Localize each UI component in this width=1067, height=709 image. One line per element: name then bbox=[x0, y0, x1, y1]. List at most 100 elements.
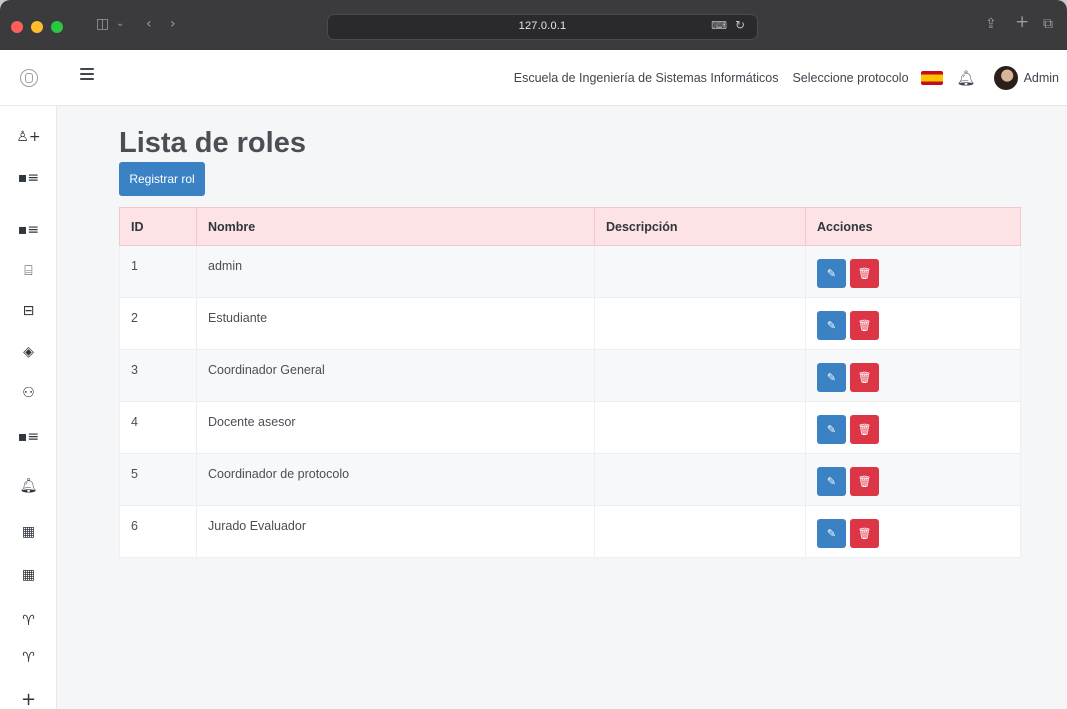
cell-name: Jurado Evaluador bbox=[196, 505, 595, 558]
user-name[interactable]: Admin bbox=[1024, 71, 1059, 85]
column-header-actions: Acciones bbox=[805, 207, 1021, 246]
tabs-icon[interactable]: ⧉ bbox=[1043, 14, 1053, 34]
cell-name: Coordinador General bbox=[196, 349, 595, 402]
cell-id: 4 bbox=[119, 401, 197, 454]
cell-id: 5 bbox=[119, 453, 197, 506]
menu-toggle-icon[interactable] bbox=[80, 68, 94, 80]
cell-description bbox=[594, 401, 806, 454]
cell-actions: ✎ 🗑︎ bbox=[805, 297, 1021, 350]
main-content: Lista de roles Registrar rol ID Nombre D… bbox=[57, 106, 1067, 709]
browser-window: ◫ ⌄ ‹ › 127.0.0.1 ⌨ ↻ ⇪ + ⧉ Escuela de I… bbox=[0, 0, 1067, 709]
delete-button[interactable]: 🗑︎ bbox=[850, 415, 879, 444]
cell-name: Coordinador de protocolo bbox=[196, 453, 595, 506]
delete-button[interactable]: 🗑︎ bbox=[850, 259, 879, 288]
column-header-description: Descripción bbox=[594, 207, 806, 246]
table-row: 6 Jurado Evaluador ✎ 🗑︎ bbox=[119, 505, 1021, 558]
cell-actions: ✎ 🗑︎ bbox=[805, 349, 1021, 402]
pencil-icon: ✎ bbox=[826, 527, 837, 540]
translate-icon[interactable]: ⌨ bbox=[711, 19, 727, 32]
trash-icon: 🗑︎ bbox=[857, 423, 872, 436]
edit-button[interactable]: ✎ bbox=[817, 259, 846, 288]
close-window-button[interactable] bbox=[11, 21, 23, 33]
edit-button[interactable]: ✎ bbox=[817, 415, 846, 444]
pencil-icon: ✎ bbox=[826, 267, 837, 280]
cell-name: admin bbox=[196, 245, 595, 298]
cell-description bbox=[594, 505, 806, 558]
reload-icon[interactable]: ↻ bbox=[735, 18, 745, 32]
plus-icon[interactable]: + bbox=[0, 684, 57, 709]
pencil-icon: ✎ bbox=[826, 423, 837, 436]
document-icon[interactable]: ⌸ bbox=[0, 256, 57, 286]
dislike-icon[interactable]: ♈ bbox=[0, 606, 57, 636]
edit-button[interactable]: ✎ bbox=[817, 467, 846, 496]
delete-button[interactable]: 🗑︎ bbox=[850, 519, 879, 548]
browser-toolbar: ◫ ⌄ ‹ › 127.0.0.1 ⌨ ↻ ⇪ + ⧉ bbox=[0, 0, 1067, 50]
table-header-row: ID Nombre Descripción Acciones bbox=[119, 207, 1021, 246]
cell-name: Docente asesor bbox=[196, 401, 595, 454]
back-icon[interactable]: ‹ bbox=[146, 14, 152, 34]
column-header-name: Nombre bbox=[196, 207, 595, 246]
roles-table: ID Nombre Descripción Acciones 1 admin ✎… bbox=[119, 207, 1021, 558]
edit-button[interactable]: ✎ bbox=[817, 519, 846, 548]
cell-description bbox=[594, 349, 806, 402]
maximize-window-button[interactable] bbox=[51, 21, 63, 33]
cell-id: 2 bbox=[119, 297, 197, 350]
sidebar: ♙+ ▪≡ ▪≡ ⌸ ⊟ ◈ ⚇ ▪≡ 🔔︎ ▦ ▦ ♈ ♈ + bbox=[0, 106, 57, 709]
table-row: 1 admin ✎ 🗑︎ bbox=[119, 245, 1021, 298]
calendar-icon[interactable]: ▦ bbox=[0, 560, 57, 590]
avatar[interactable] bbox=[993, 66, 1018, 90]
share-icon[interactable]: ⇪ bbox=[985, 14, 997, 34]
cell-id: 6 bbox=[119, 505, 197, 558]
cell-description bbox=[594, 245, 806, 298]
delete-button[interactable]: 🗑︎ bbox=[850, 311, 879, 340]
cell-actions: ✎ 🗑︎ bbox=[805, 505, 1021, 558]
address-bar[interactable]: 127.0.0.1 ⌨ ↻ bbox=[327, 14, 758, 40]
logo-icon bbox=[19, 69, 38, 87]
chevron-down-icon[interactable]: ⌄ bbox=[116, 14, 124, 34]
page-title: Lista de roles bbox=[119, 127, 306, 159]
user-add-icon[interactable]: ♙+ bbox=[0, 122, 57, 152]
user-list-icon[interactable]: ▪≡ bbox=[0, 163, 57, 193]
cell-actions: ✎ 🗑︎ bbox=[805, 453, 1021, 506]
trash-icon: 🗑︎ bbox=[857, 371, 872, 384]
pencil-icon: ✎ bbox=[826, 319, 837, 332]
pencil-icon: ✎ bbox=[826, 371, 837, 384]
header-actions: Escuela de Ingeniería de Sistemas Inform… bbox=[514, 50, 1059, 106]
trash-icon: 🗑︎ bbox=[857, 475, 872, 488]
protocol-selector[interactable]: Seleccione protocolo bbox=[792, 71, 908, 85]
bell-icon[interactable]: 🔔︎ bbox=[0, 471, 57, 501]
minimize-window-button[interactable] bbox=[31, 21, 43, 33]
spain-flag-icon[interactable] bbox=[920, 71, 943, 85]
forward-icon[interactable]: › bbox=[170, 14, 176, 34]
edit-button[interactable]: ✎ bbox=[817, 363, 846, 392]
cell-actions: ✎ 🗑︎ bbox=[805, 401, 1021, 454]
trash-icon: 🗑︎ bbox=[857, 319, 872, 332]
delete-button[interactable]: 🗑︎ bbox=[850, 467, 879, 496]
users-icon[interactable]: ⚇ bbox=[0, 378, 57, 408]
sidebar-icon[interactable]: ◫ bbox=[96, 14, 109, 34]
trash-icon: 🗑︎ bbox=[857, 267, 872, 280]
table-row: 2 Estudiante ✎ 🗑︎ bbox=[119, 297, 1021, 350]
app-header: Escuela de Ingeniería de Sistemas Inform… bbox=[0, 50, 1067, 106]
user-list-icon[interactable]: ▪≡ bbox=[0, 215, 57, 245]
table-row: 4 Docente asesor ✎ 🗑︎ bbox=[119, 401, 1021, 454]
table-row: 5 Coordinador de protocolo ✎ 🗑︎ bbox=[119, 453, 1021, 506]
calendar-icon[interactable]: ▦ bbox=[0, 517, 57, 547]
delete-button[interactable]: 🗑︎ bbox=[850, 363, 879, 392]
plus-icon[interactable]: + bbox=[1015, 12, 1029, 32]
user-list-icon[interactable]: ▪≡ bbox=[0, 422, 57, 452]
support-icon[interactable]: ◈ bbox=[0, 337, 57, 367]
cell-name: Estudiante bbox=[196, 297, 595, 350]
bell-icon[interactable]: 🔔︎ bbox=[957, 69, 976, 87]
app-logo[interactable] bbox=[0, 50, 57, 106]
pencil-icon: ✎ bbox=[826, 475, 837, 488]
trash-icon: 🗑︎ bbox=[857, 527, 872, 540]
table-row: 3 Coordinador General ✎ 🗑︎ bbox=[119, 349, 1021, 402]
column-header-id: ID bbox=[119, 207, 197, 246]
dislike-icon[interactable]: ♈ bbox=[0, 643, 57, 673]
school-name: Escuela de Ingeniería de Sistemas Inform… bbox=[513, 71, 779, 85]
edit-button[interactable]: ✎ bbox=[817, 311, 846, 340]
register-role-button[interactable]: Registrar rol bbox=[119, 162, 205, 196]
cell-id: 3 bbox=[119, 349, 197, 402]
archive-icon[interactable]: ⊟ bbox=[0, 296, 57, 326]
